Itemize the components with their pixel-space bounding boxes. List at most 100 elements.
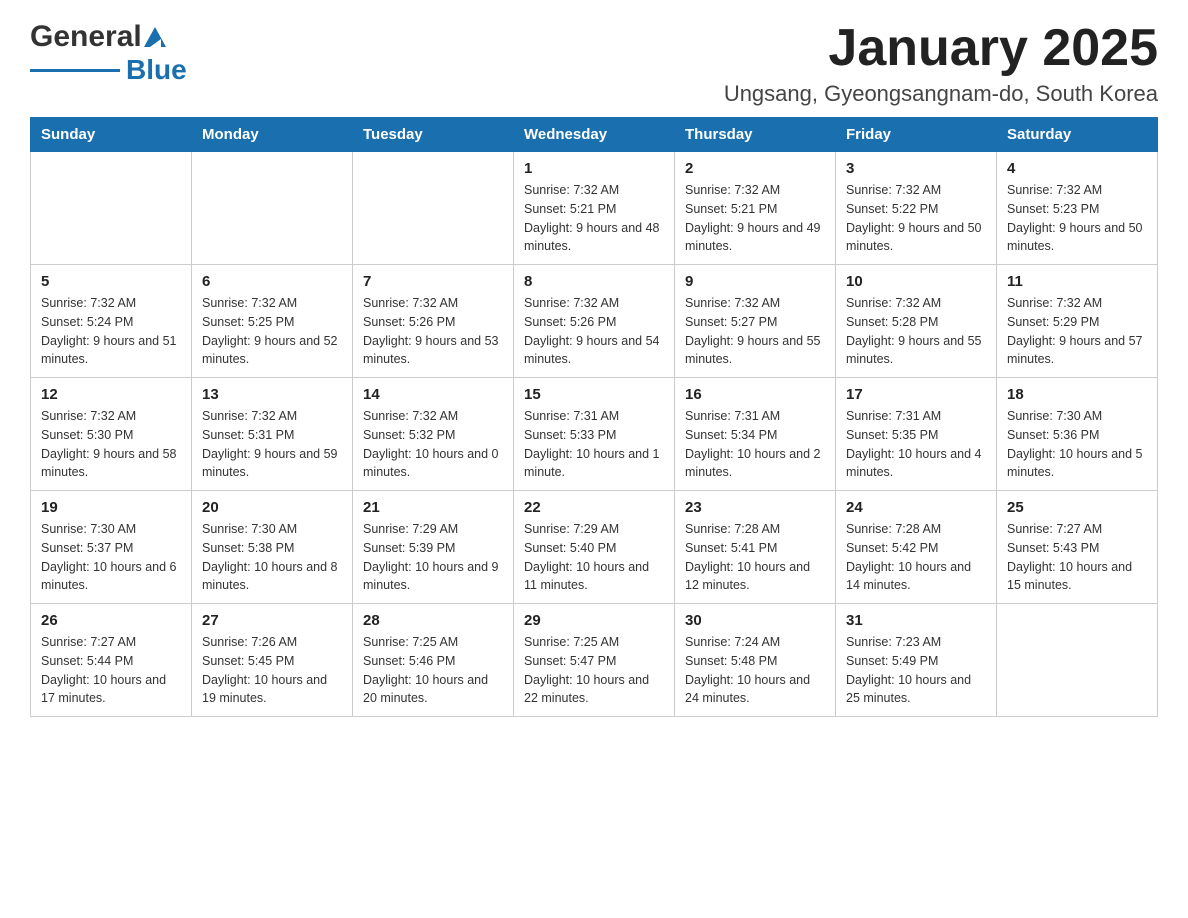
day-number: 10 bbox=[846, 273, 986, 290]
logo-general-text: General bbox=[30, 20, 142, 54]
day-number: 30 bbox=[685, 612, 825, 629]
weekday-header-wednesday: Wednesday bbox=[514, 118, 675, 152]
calendar-cell: 18 Sunrise: 7:30 AMSunset: 5:36 PMDayligh… bbox=[997, 378, 1158, 491]
calendar-cell: 17Sunrise: 7:31 AMSunset: 5:35 PMDayligh… bbox=[836, 378, 997, 491]
calendar-cell: 22 Sunrise: 7:29 AMSunset: 5:40 PMDayligh… bbox=[514, 491, 675, 604]
day-info: Sunrise: 7:32 AMSunset: 5:21 PMDaylight:… bbox=[524, 181, 664, 256]
day-info: Sunrise: 7:32 AMSunset: 5:28 PMDaylight:… bbox=[846, 294, 986, 369]
day-info: Sunrise: 7:31 AMSunset: 5:34 PMDaylight:… bbox=[685, 407, 825, 482]
weekday-header-saturday: Saturday bbox=[997, 118, 1158, 152]
day-number: 2 bbox=[685, 160, 825, 177]
day-info: Sunrise: 7:27 AMSunset: 5:43 PMDaylight:… bbox=[1007, 520, 1147, 595]
logo-icon bbox=[144, 27, 166, 47]
day-info: Sunrise: 7:25 AMSunset: 5:47 PMDaylight:… bbox=[524, 633, 664, 708]
day-info: Sunrise: 7:32 AMSunset: 5:23 PMDaylight:… bbox=[1007, 181, 1147, 256]
day-info: Sunrise: 7:32 AMSunset: 5:21 PMDaylight:… bbox=[685, 181, 825, 256]
day-number: 27 bbox=[202, 612, 342, 629]
day-number: 23 bbox=[685, 499, 825, 516]
day-info: Sunrise: 7:26 AMSunset: 5:45 PMDaylight:… bbox=[202, 633, 342, 708]
day-number: 18 bbox=[1007, 386, 1147, 403]
calendar-cell: 25 Sunrise: 7:27 AMSunset: 5:43 PMDayligh… bbox=[997, 491, 1158, 604]
day-number: 9 bbox=[685, 273, 825, 290]
calendar-cell: 13 Sunrise: 7:32 AMSunset: 5:31 PMDayligh… bbox=[192, 378, 353, 491]
calendar-cell: 24 Sunrise: 7:28 AMSunset: 5:42 PMDayligh… bbox=[836, 491, 997, 604]
day-info: Sunrise: 7:28 AMSunset: 5:41 PMDaylight:… bbox=[685, 520, 825, 595]
day-number: 25 bbox=[1007, 499, 1147, 516]
calendar-cell: 31 Sunrise: 7:23 AMSunset: 5:49 PMDayligh… bbox=[836, 604, 997, 717]
day-number: 19 bbox=[41, 499, 181, 516]
week-row-4: 19 Sunrise: 7:30 AMSunset: 5:37 PMDayligh… bbox=[31, 491, 1158, 604]
day-number: 4 bbox=[1007, 160, 1147, 177]
calendar-cell: 19 Sunrise: 7:30 AMSunset: 5:37 PMDayligh… bbox=[31, 491, 192, 604]
day-number: 24 bbox=[846, 499, 986, 516]
calendar-cell: 28 Sunrise: 7:25 AMSunset: 5:46 PMDayligh… bbox=[353, 604, 514, 717]
day-number: 5 bbox=[41, 273, 181, 290]
calendar-cell: 3 Sunrise: 7:32 AMSunset: 5:22 PMDaylight… bbox=[836, 152, 997, 265]
day-info: Sunrise: 7:30 AMSunset: 5:37 PMDaylight:… bbox=[41, 520, 181, 595]
calendar-cell bbox=[353, 152, 514, 265]
calendar-cell: 16 Sunrise: 7:31 AMSunset: 5:34 PMDayligh… bbox=[675, 378, 836, 491]
day-info: Sunrise: 7:29 AMSunset: 5:39 PMDaylight:… bbox=[363, 520, 503, 595]
calendar-cell: 23 Sunrise: 7:28 AMSunset: 5:41 PMDayligh… bbox=[675, 491, 836, 604]
day-info: Sunrise: 7:24 AMSunset: 5:48 PMDaylight:… bbox=[685, 633, 825, 708]
calendar-table: SundayMondayTuesdayWednesdayThursdayFrid… bbox=[30, 117, 1158, 717]
day-number: 20 bbox=[202, 499, 342, 516]
calendar-cell bbox=[31, 152, 192, 265]
day-number: 16 bbox=[685, 386, 825, 403]
calendar-cell: 11Sunrise: 7:32 AMSunset: 5:29 PMDayligh… bbox=[997, 265, 1158, 378]
day-number: 13 bbox=[202, 386, 342, 403]
day-info: Sunrise: 7:27 AMSunset: 5:44 PMDaylight:… bbox=[41, 633, 181, 708]
logo-area: General Blue bbox=[30, 20, 187, 86]
logo-blue-text: Blue bbox=[126, 54, 187, 86]
weekday-header-thursday: Thursday bbox=[675, 118, 836, 152]
day-number: 17 bbox=[846, 386, 986, 403]
day-info: Sunrise: 7:32 AMSunset: 5:25 PMDaylight:… bbox=[202, 294, 342, 369]
calendar-cell: 14 Sunrise: 7:32 AMSunset: 5:32 PMDayligh… bbox=[353, 378, 514, 491]
logo-bottom-row: Blue bbox=[30, 54, 187, 86]
day-info: Sunrise: 7:25 AMSunset: 5:46 PMDaylight:… bbox=[363, 633, 503, 708]
day-info: Sunrise: 7:32 AMSunset: 5:24 PMDaylight:… bbox=[41, 294, 181, 369]
day-info: Sunrise: 7:28 AMSunset: 5:42 PMDaylight:… bbox=[846, 520, 986, 595]
logo-triangle-icon bbox=[144, 27, 166, 47]
calendar-cell: 30 Sunrise: 7:24 AMSunset: 5:48 PMDayligh… bbox=[675, 604, 836, 717]
calendar-cell: 9 Sunrise: 7:32 AMSunset: 5:27 PMDaylight… bbox=[675, 265, 836, 378]
calendar-cell bbox=[997, 604, 1158, 717]
calendar-cell: 7 Sunrise: 7:32 AMSunset: 5:26 PMDaylight… bbox=[353, 265, 514, 378]
calendar-cell: 10 Sunrise: 7:32 AMSunset: 5:28 PMDayligh… bbox=[836, 265, 997, 378]
day-number: 29 bbox=[524, 612, 664, 629]
calendar-cell: 26 Sunrise: 7:27 AMSunset: 5:44 PMDayligh… bbox=[31, 604, 192, 717]
calendar-cell: 8Sunrise: 7:32 AMSunset: 5:26 PMDaylight… bbox=[514, 265, 675, 378]
day-info: Sunrise: 7:32 AMSunset: 5:30 PMDaylight:… bbox=[41, 407, 181, 482]
weekday-header-row: SundayMondayTuesdayWednesdayThursdayFrid… bbox=[31, 118, 1158, 152]
day-info: Sunrise: 7:30 AMSunset: 5:36 PMDaylight:… bbox=[1007, 407, 1147, 482]
calendar-cell: 2 Sunrise: 7:32 AMSunset: 5:21 PMDaylight… bbox=[675, 152, 836, 265]
day-info: Sunrise: 7:32 AMSunset: 5:22 PMDaylight:… bbox=[846, 181, 986, 256]
day-info: Sunrise: 7:32 AMSunset: 5:27 PMDaylight:… bbox=[685, 294, 825, 369]
day-number: 14 bbox=[363, 386, 503, 403]
month-title: January 2025 bbox=[724, 20, 1158, 77]
day-number: 22 bbox=[524, 499, 664, 516]
day-number: 3 bbox=[846, 160, 986, 177]
day-number: 26 bbox=[41, 612, 181, 629]
day-number: 31 bbox=[846, 612, 986, 629]
day-info: Sunrise: 7:32 AMSunset: 5:26 PMDaylight:… bbox=[363, 294, 503, 369]
week-row-3: 12Sunrise: 7:32 AMSunset: 5:30 PMDayligh… bbox=[31, 378, 1158, 491]
day-number: 28 bbox=[363, 612, 503, 629]
day-info: Sunrise: 7:23 AMSunset: 5:49 PMDaylight:… bbox=[846, 633, 986, 708]
calendar-cell: 20 Sunrise: 7:30 AMSunset: 5:38 PMDayligh… bbox=[192, 491, 353, 604]
day-info: Sunrise: 7:29 AMSunset: 5:40 PMDaylight:… bbox=[524, 520, 664, 595]
day-number: 11 bbox=[1007, 273, 1147, 290]
calendar-cell: 6Sunrise: 7:32 AMSunset: 5:25 PMDaylight… bbox=[192, 265, 353, 378]
title-area: January 2025 Ungsang, Gyeongsangnam-do, … bbox=[724, 20, 1158, 107]
calendar-cell: 15Sunrise: 7:31 AMSunset: 5:33 PMDayligh… bbox=[514, 378, 675, 491]
calendar-cell: 1Sunrise: 7:32 AMSunset: 5:21 PMDaylight… bbox=[514, 152, 675, 265]
day-info: Sunrise: 7:32 AMSunset: 5:32 PMDaylight:… bbox=[363, 407, 503, 482]
day-info: Sunrise: 7:32 AMSunset: 5:31 PMDaylight:… bbox=[202, 407, 342, 482]
day-number: 8 bbox=[524, 273, 664, 290]
day-info: Sunrise: 7:30 AMSunset: 5:38 PMDaylight:… bbox=[202, 520, 342, 595]
week-row-5: 26 Sunrise: 7:27 AMSunset: 5:44 PMDayligh… bbox=[31, 604, 1158, 717]
calendar-cell bbox=[192, 152, 353, 265]
logo-underline bbox=[30, 69, 120, 72]
day-number: 7 bbox=[363, 273, 503, 290]
day-number: 15 bbox=[524, 386, 664, 403]
